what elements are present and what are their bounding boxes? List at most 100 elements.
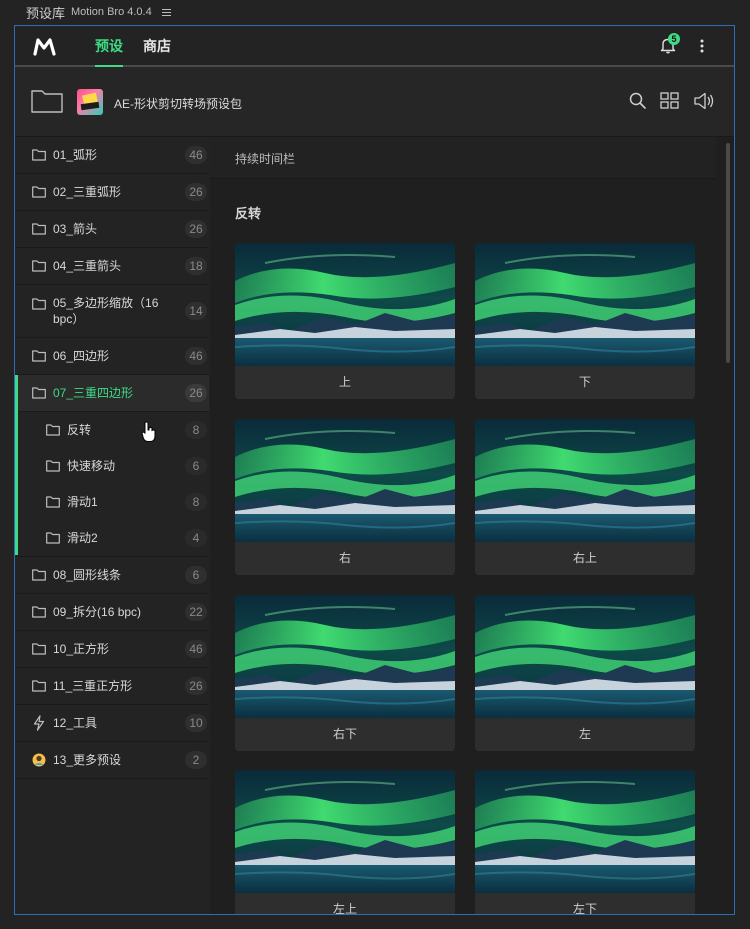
pack-thumbnail[interactable]	[77, 89, 103, 115]
title-bar: 预设库 Motion Bro 4.0.4	[0, 0, 750, 24]
preset-preview-image	[475, 419, 695, 542]
sidebar-item-07-active[interactable]: 07_三重四边形 26	[15, 375, 209, 555]
preset-card[interactable]: 上	[235, 243, 455, 399]
sidebar-item-08[interactable]: 08_圆形线条 6	[15, 557, 209, 594]
item-count-badge: 26	[185, 384, 207, 402]
sidebar-item-04[interactable]: 04_三重箭头 18	[15, 248, 209, 285]
sidebar-item-label: 05_多边形缩放（16 bpc）	[53, 296, 159, 326]
item-count-badge: 26	[185, 183, 207, 201]
sidebar-subitem-fast-move[interactable]: 快速移动 6	[15, 448, 209, 484]
sidebar-item-label: 06_四边形	[53, 349, 110, 363]
item-count-badge: 46	[185, 640, 207, 658]
sidebar-item-label: 08_圆形线条	[53, 568, 122, 582]
item-count-badge: 26	[185, 677, 207, 695]
grid-view-icon[interactable]	[660, 92, 680, 110]
preset-content: 持续时间栏 反转 上 下 右 右上 右下 左 左上 左下	[210, 137, 734, 914]
folder-icon	[46, 496, 60, 508]
top-navigation: 预设 商店 5	[15, 26, 734, 67]
folder-icon	[46, 460, 60, 472]
sidebar-item-label: 02_三重弧形	[53, 185, 122, 199]
preset-preview-image	[235, 243, 455, 366]
item-count-badge: 46	[185, 146, 207, 164]
folder-icon	[46, 532, 60, 544]
preset-card-label: 下	[475, 366, 695, 399]
sidebar-item-label: 快速移动	[67, 459, 116, 473]
item-count-badge: 18	[185, 257, 207, 275]
motion-bro-panel: 预设 商店 5 AE-形状剪切转场预设包 01_弧形 46 02_三重弧形 26…	[14, 25, 735, 915]
tab-store[interactable]: 商店	[143, 26, 171, 65]
more-options-icon[interactable]	[696, 38, 708, 54]
preset-card[interactable]: 左上	[235, 770, 455, 914]
folder-icon	[32, 606, 46, 618]
preset-card[interactable]: 右上	[475, 419, 695, 575]
duration-bar-label: 持续时间栏	[235, 152, 296, 166]
preset-preview-image	[475, 595, 695, 718]
duration-bar-header[interactable]: 持续时间栏	[210, 137, 716, 179]
preset-card-label: 上	[235, 366, 455, 399]
preset-card[interactable]: 右下	[235, 595, 455, 751]
sidebar-item-label: 反转	[67, 423, 92, 437]
notification-badge: 5	[668, 33, 680, 45]
item-count-badge: 46	[185, 347, 207, 365]
item-count-badge: 26	[185, 220, 207, 238]
folder-icon	[32, 350, 46, 362]
preset-card[interactable]: 下	[475, 243, 695, 399]
item-count-badge: 2	[185, 751, 207, 769]
folder-icon	[32, 149, 46, 161]
tab-presets[interactable]: 预设	[95, 26, 123, 67]
hamburger-menu-icon[interactable]	[161, 8, 171, 16]
item-count-badge: 6	[185, 566, 207, 584]
preset-card[interactable]: 左	[475, 595, 695, 751]
sidebar-item-09[interactable]: 09_拆分(16 bpc) 22	[15, 594, 209, 631]
search-icon[interactable]	[629, 92, 647, 110]
sidebar-item-01[interactable]: 01_弧形 46	[15, 137, 209, 174]
sidebar-item-10[interactable]: 10_正方形 46	[15, 631, 209, 668]
preset-preview-image	[235, 595, 455, 718]
scrollbar[interactable]	[726, 143, 730, 363]
preset-card[interactable]: 左下	[475, 770, 695, 914]
sidebar-item-06[interactable]: 06_四边形 46	[15, 338, 209, 375]
hand-pointer-cursor-icon	[141, 421, 156, 442]
motion-bro-logo[interactable]	[33, 37, 57, 56]
folder-icon	[32, 186, 46, 198]
lightning-icon	[33, 715, 45, 731]
sidebar-item-12[interactable]: 12_工具 10	[15, 705, 209, 742]
sidebar-item-label: 滑动1	[67, 495, 98, 509]
sidebar-item-label: 07_三重四边形	[53, 386, 134, 400]
folder-icon[interactable]	[31, 89, 63, 113]
window-title: 预设库	[26, 5, 66, 21]
speaker-icon[interactable]	[693, 92, 715, 110]
sidebar-subitem-slide1[interactable]: 滑动1 8	[15, 484, 209, 520]
preset-card-label: 左上	[235, 893, 455, 914]
sidebar-item-label: 11_三重正方形	[53, 679, 133, 693]
sidebar-item-label: 滑动2	[67, 531, 98, 545]
pack-header: AE-形状剪切转场预设包	[15, 67, 734, 137]
pack-name: AE-形状剪切转场预设包	[114, 97, 243, 111]
sidebar-item-11[interactable]: 11_三重正方形 26	[15, 668, 209, 705]
sidebar-item-label: 01_弧形	[53, 148, 98, 162]
preset-card-label: 右	[235, 542, 455, 575]
sidebar-item-label: 13_更多预设	[53, 753, 122, 767]
sidebar-subitem-slide2[interactable]: 滑动2 4	[15, 520, 209, 557]
sidebar-item-label: 10_正方形	[53, 642, 110, 656]
item-count-badge: 22	[185, 603, 207, 621]
sidebar-item-02[interactable]: 02_三重弧形 26	[15, 174, 209, 211]
preset-preview-image	[475, 243, 695, 366]
sidebar-subitem-reverse[interactable]: 反转 8	[15, 412, 209, 448]
sidebar-item-label: 03_箭头	[53, 222, 98, 236]
folder-icon	[32, 298, 46, 310]
folder-icon	[32, 223, 46, 235]
item-count-badge: 10	[185, 714, 207, 732]
folder-icon	[32, 260, 46, 272]
sidebar-item-label: 09_拆分(16 bpc)	[53, 605, 142, 619]
preset-card-label: 右下	[235, 718, 455, 751]
sidebar-item-05[interactable]: 05_多边形缩放（16 bpc） 14	[15, 285, 209, 338]
sidebar-item-03[interactable]: 03_箭头 26	[15, 211, 209, 248]
sidebar-item-13[interactable]: 13_更多预设 2	[15, 742, 209, 779]
folder-icon	[32, 387, 46, 399]
section-title: 反转	[235, 206, 262, 221]
sidebar-item-label: 12_工具	[53, 716, 98, 730]
preset-card[interactable]: 右	[235, 419, 455, 575]
item-count-badge: 14	[185, 302, 207, 320]
folder-icon	[32, 569, 46, 581]
